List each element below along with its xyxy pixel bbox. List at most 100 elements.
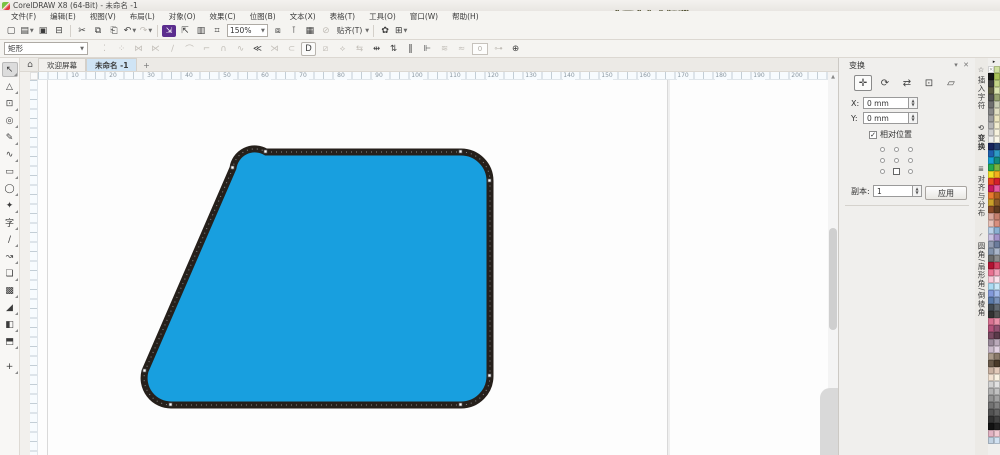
color-swatch[interactable] xyxy=(994,171,1000,178)
color-swatch[interactable] xyxy=(994,213,1000,220)
docker-tab-transform[interactable]: ⟲ 变换 xyxy=(976,124,987,151)
save-button[interactable]: ▣ xyxy=(36,24,50,38)
import-button[interactable]: ⇲ xyxy=(162,24,176,37)
color-swatch[interactable] xyxy=(994,374,1000,381)
color-swatch[interactable] xyxy=(994,437,1000,444)
customize-toolbox-button[interactable]: + xyxy=(2,359,18,374)
color-swatch[interactable] xyxy=(994,66,1000,73)
color-swatch[interactable] xyxy=(994,129,1000,136)
show-rulers-button[interactable]: ⊺ xyxy=(287,24,301,38)
vertical-scrollbar-thumb[interactable] xyxy=(829,228,837,330)
menu-file[interactable]: 文件(F) xyxy=(4,11,43,22)
curve-smoothness-icon[interactable]: ≈ xyxy=(454,42,469,56)
print-button[interactable]: ⊟ xyxy=(52,24,66,38)
welcome-home-icon[interactable]: ⌂ xyxy=(22,58,38,71)
anchor-point-7[interactable] xyxy=(889,166,903,177)
app-launcher-button[interactable]: ⊞ ▼ xyxy=(394,24,408,38)
menu-table[interactable]: 表格(T) xyxy=(323,11,362,22)
x-position-stepper[interactable]: ▲ ▼ xyxy=(909,97,918,109)
color-swatch[interactable] xyxy=(994,304,1000,311)
tab-welcome-screen[interactable]: 欢迎屏幕 xyxy=(38,58,86,71)
zoom-levels-button[interactable]: ⌗ xyxy=(210,24,224,38)
color-swatch[interactable] xyxy=(994,395,1000,402)
anchor-point-4[interactable] xyxy=(889,155,903,166)
relative-position-checkbox[interactable]: ✓ xyxy=(869,130,877,139)
elastic-mode-icon[interactable]: ‖ xyxy=(403,42,418,56)
show-grid-button[interactable]: ▦ xyxy=(303,24,317,38)
smooth-node-icon[interactable]: ∩ xyxy=(216,42,231,56)
color-swatch[interactable] xyxy=(994,157,1000,164)
options-button[interactable]: ✿ xyxy=(378,24,392,38)
anchor-point-1[interactable] xyxy=(889,144,903,155)
close-curve-icon[interactable]: D xyxy=(301,41,316,56)
copies-stepper[interactable]: ▲ ▼ xyxy=(913,185,922,197)
select-all-nodes-icon[interactable]: ⊩ xyxy=(420,42,435,56)
reverse-direction-icon[interactable]: ≪ xyxy=(250,42,265,56)
color-swatch[interactable] xyxy=(994,73,1000,80)
cusp-node-icon[interactable]: ⌐ xyxy=(199,42,214,56)
rectangle-tool[interactable]: ▭ xyxy=(2,164,18,179)
interactive-fill-tool[interactable]: ◧ xyxy=(2,317,18,332)
join-nodes-icon[interactable]: ⋈ xyxy=(131,42,146,56)
open-button[interactable]: ▤ ▼ xyxy=(20,24,34,38)
horizontal-ruler[interactable]: 10 20 30 40 50 60 70 80 90 100 110 120 130 140 150 160 1… xyxy=(38,72,828,80)
color-swatch[interactable] xyxy=(994,423,1000,430)
snap-off-button[interactable]: ⊘ xyxy=(319,24,333,38)
color-swatch[interactable] xyxy=(994,360,1000,367)
freehand-tool[interactable]: ✎ xyxy=(2,130,18,145)
ruler-origin-corner[interactable] xyxy=(30,72,38,80)
add-node-icon[interactable]: ⁚ xyxy=(97,42,112,56)
menu-view[interactable]: 视图(V) xyxy=(83,11,123,22)
snap-to-dropdown[interactable]: 贴齐(T) ▼ xyxy=(335,24,369,38)
color-swatch[interactable] xyxy=(994,332,1000,339)
transform-position-tab[interactable]: ✛ xyxy=(854,75,872,91)
delete-node-icon[interactable]: ⁘ xyxy=(114,42,129,56)
new-tab-button[interactable]: + xyxy=(140,60,152,71)
color-swatch[interactable] xyxy=(994,290,1000,297)
color-swatch[interactable] xyxy=(994,353,1000,360)
anchor-point-5[interactable] xyxy=(903,155,917,166)
color-swatch[interactable] xyxy=(994,311,1000,318)
smart-fill-tool[interactable]: ⬒ xyxy=(2,334,18,349)
menu-text[interactable]: 文本(X) xyxy=(283,11,323,22)
menu-effects[interactable]: 效果(C) xyxy=(203,11,243,22)
transparency-tool[interactable]: ▩ xyxy=(2,283,18,298)
ellipse-tool[interactable]: ◯ xyxy=(2,181,18,196)
color-swatch[interactable] xyxy=(994,388,1000,395)
apply-button[interactable]: 应用 xyxy=(925,186,967,200)
bounding-box-icon[interactable]: ⊕ xyxy=(508,42,523,56)
scroll-up-arrow-icon[interactable]: ▲ xyxy=(828,72,838,82)
color-swatch[interactable] xyxy=(994,122,1000,129)
color-swatch[interactable] xyxy=(994,339,1000,346)
rotate-nodes-icon[interactable]: ⟡ xyxy=(335,42,350,56)
vertical-ruler[interactable] xyxy=(30,80,38,455)
color-swatch[interactable] xyxy=(994,346,1000,353)
break-curve-icon[interactable]: ⋉ xyxy=(148,42,163,56)
anchor-point-2[interactable] xyxy=(903,144,917,155)
color-swatch[interactable] xyxy=(994,255,1000,262)
menu-window[interactable]: 窗口(W) xyxy=(403,11,445,22)
drawing-canvas[interactable] xyxy=(38,80,828,455)
color-swatch[interactable] xyxy=(994,108,1000,115)
docker-tab-align-distribute[interactable]: ≣ 对齐与分布 xyxy=(976,165,987,218)
menu-object[interactable]: 对象(O) xyxy=(162,11,203,22)
preset-combo[interactable]: 矩形 ▼ xyxy=(4,42,88,55)
color-swatch[interactable] xyxy=(994,220,1000,227)
paste-button[interactable]: ⎗ xyxy=(107,24,121,38)
fullscreen-preview-button[interactable]: ⧈ xyxy=(271,24,285,38)
y-position-input[interactable]: 0 mm xyxy=(863,112,909,124)
menu-bitmaps[interactable]: 位图(B) xyxy=(243,11,283,22)
artistic-media-tool[interactable]: ∿ xyxy=(2,147,18,162)
color-swatch[interactable] xyxy=(994,101,1000,108)
undo-button[interactable]: ↶ ▼ xyxy=(123,24,137,38)
stretch-nodes-icon[interactable]: ⧄ xyxy=(318,42,333,56)
copies-input[interactable]: 1 xyxy=(873,185,913,197)
color-swatch[interactable] xyxy=(994,402,1000,409)
vertical-reflect-icon[interactable]: ⇅ xyxy=(386,42,401,56)
palette-flyout-icon[interactable]: ▸ xyxy=(988,58,1000,66)
anchor-point-8[interactable] xyxy=(903,166,917,177)
blue-rounded-quad-shape[interactable] xyxy=(140,145,494,409)
zoom-level-combo[interactable]: 150% ▼ xyxy=(227,24,268,37)
y-position-stepper[interactable]: ▲ ▼ xyxy=(909,112,918,124)
smooth-slider-icon[interactable]: ⊶ xyxy=(491,42,506,56)
